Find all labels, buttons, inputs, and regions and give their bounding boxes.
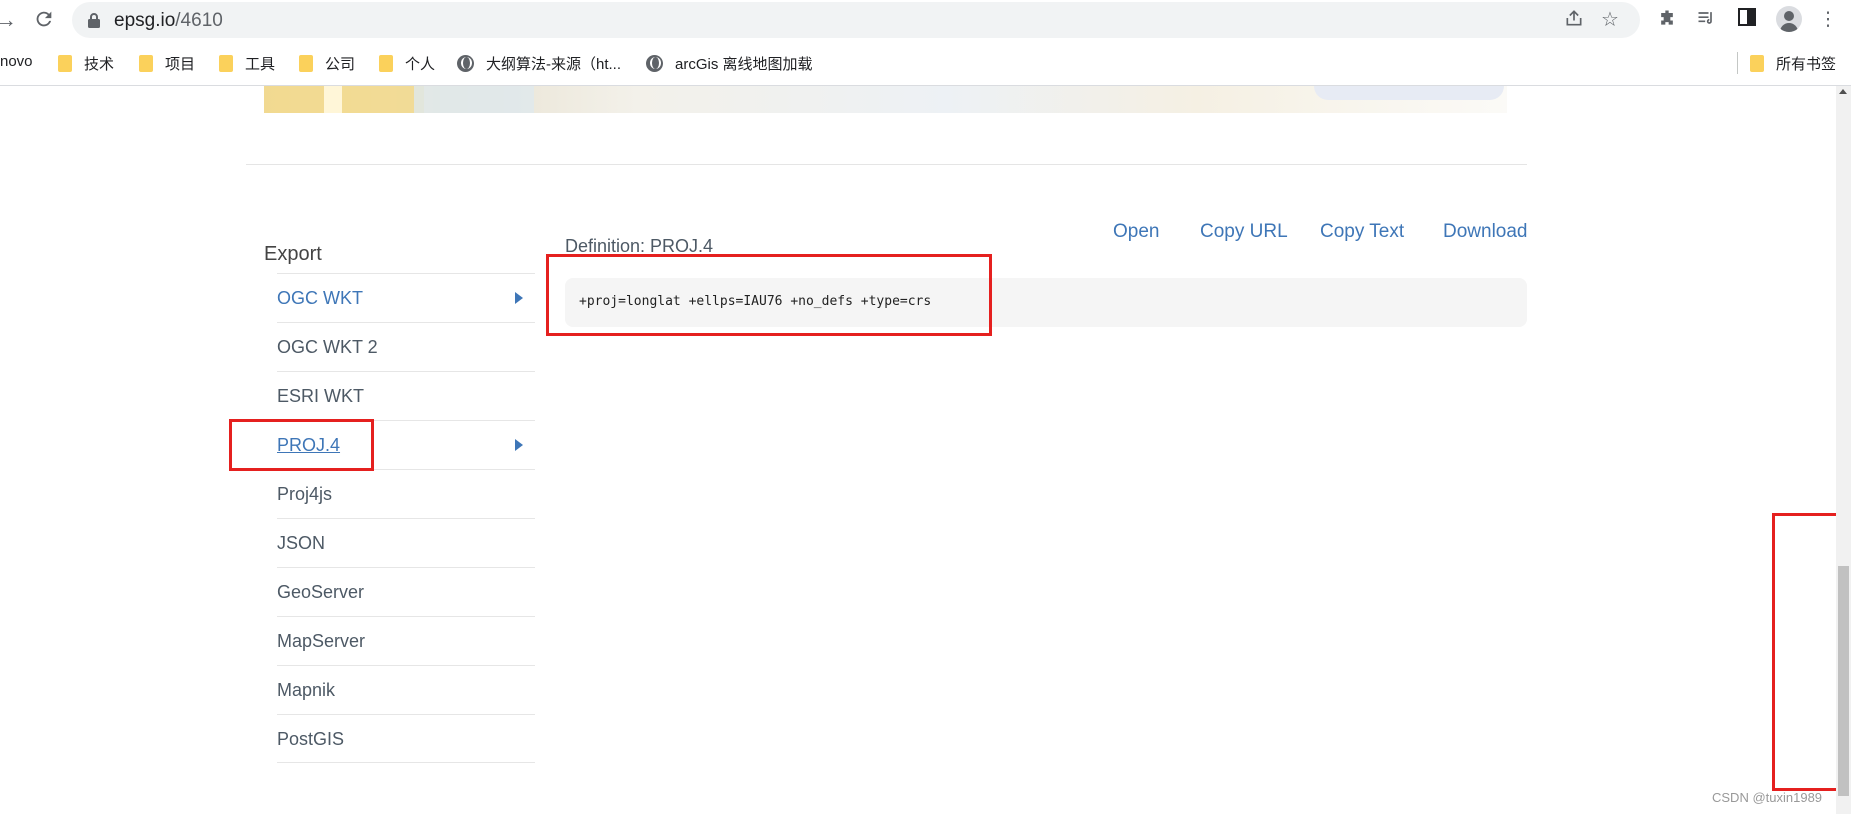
export-item-geoserver[interactable]: GeoServer [277,567,535,616]
bookmark-star-icon[interactable]: ☆ [1598,8,1622,32]
folder-icon [139,55,153,72]
export-item-ogc-wkt-2[interactable]: OGC WKT 2 [277,322,535,371]
page-scrollbar[interactable] [1836,86,1851,814]
map-preview[interactable] [264,86,1507,113]
watermark: CSDN @tuxin1989 [1712,790,1823,805]
scrollbar-thumb[interactable] [1838,566,1849,796]
copy-text-link[interactable]: Copy Text [1320,221,1404,243]
bookmark-folder-tools[interactable]: 工具 [219,53,275,73]
bookmark-arcgis-offline[interactable]: arcGis 离线地图加载 [646,53,813,73]
scroll-up-arrow-icon[interactable] [1839,89,1847,94]
export-item-mapserver[interactable]: MapServer [277,616,535,665]
caret-right-icon [515,439,523,451]
globe-icon [646,55,663,72]
download-link[interactable]: Download [1443,221,1528,243]
bookmarks-bar: novo 技术 项目 工具 公司 个人 大纲算法-来源（ht... arcGis… [0,40,1851,86]
url-text[interactable]: epsg.io/4610 [114,10,223,32]
bookmark-novo[interactable]: novo [0,53,33,73]
side-panel-icon[interactable] [1735,8,1759,32]
menu-dots-icon[interactable]: ⋮ [1816,8,1840,32]
copy-url-link[interactable]: Copy URL [1200,221,1288,243]
globe-icon [457,55,474,72]
forward-arrow-icon[interactable]: → [0,8,18,32]
export-item-ogc-wkt[interactable]: OGC WKT [277,273,535,322]
address-bar[interactable]: epsg.io/4610 ☆ [72,2,1640,38]
browser-toolbar: → epsg.io/4610 ☆ ⋮ [0,0,1851,40]
export-item-postgis[interactable]: PostGIS [277,714,535,763]
bookmark-folder-projects[interactable]: 项目 [139,53,195,73]
bookmark-folder-tech[interactable]: 技术 [58,53,114,73]
export-item-esri-wkt[interactable]: ESRI WKT [277,371,535,420]
reading-list-icon[interactable] [1694,8,1718,32]
lock-icon [88,13,100,33]
extensions-icon[interactable] [1655,8,1679,32]
bookmark-folder-personal[interactable]: 个人 [379,53,435,73]
folder-icon [1750,55,1764,72]
url-host: epsg.io [114,10,176,31]
reload-icon[interactable] [32,8,56,32]
export-heading: Export [264,243,322,265]
bookmark-folder-company[interactable]: 公司 [299,53,355,73]
all-bookmarks[interactable]: 所有书签 [1750,53,1836,73]
bookmarks-separator [1737,52,1738,74]
folder-icon [58,55,72,72]
section-divider [246,164,1527,165]
export-item-proj4js[interactable]: Proj4js [277,469,535,518]
export-item-mapnik[interactable]: Mapnik [277,665,535,714]
bookmark-algorithm-outline[interactable]: 大纲算法-来源（ht... [457,53,621,73]
folder-icon [379,55,393,72]
export-format-list: OGC WKT OGC WKT 2 ESRI WKT PROJ.4 Proj4j… [277,273,535,763]
open-link[interactable]: Open [1113,221,1159,243]
profile-avatar-icon[interactable] [1776,6,1802,32]
folder-icon [299,55,313,72]
folder-icon [219,55,233,72]
highlight-box-code [546,254,992,336]
highlight-box-proj4 [229,419,374,471]
share-icon[interactable] [1562,8,1586,32]
url-path: /4610 [175,10,223,31]
export-item-json[interactable]: JSON [277,518,535,567]
caret-right-icon [515,292,523,304]
